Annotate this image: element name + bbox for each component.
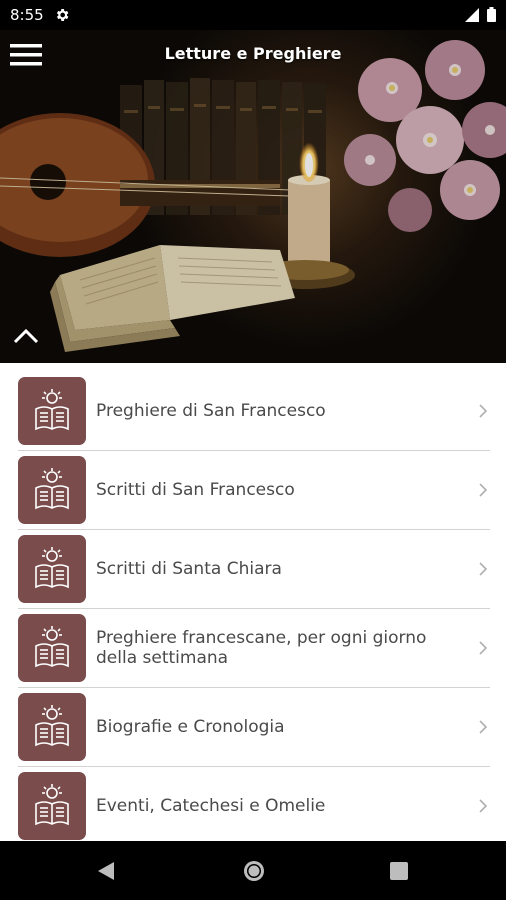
list-item-preghiere-francescane[interactable]: Preghiere francescane, per ogni giorno d… [18, 609, 490, 688]
section-list: Preghiere di San Francesco Scritti di Sa… [0, 372, 506, 845]
open-book-icon [18, 614, 86, 682]
chevron-right-icon [479, 799, 488, 813]
list-item-label: Eventi, Catechesi e Omelie [96, 796, 326, 816]
battery-icon [487, 7, 496, 22]
settings-gear-icon [56, 9, 69, 21]
list-item-label: Biografie e Cronologia [96, 717, 285, 737]
chevron-right-icon [479, 720, 488, 734]
collapse-header-button[interactable] [13, 326, 39, 346]
list-item-label: Preghiere francescane, per ogni giorno d… [96, 628, 427, 668]
chevron-right-icon [479, 562, 488, 576]
back-triangle-icon[interactable] [96, 861, 116, 881]
list-item-label: Preghiere di San Francesco [96, 401, 326, 421]
header-banner: Letture e Preghiere [0, 30, 506, 363]
list-item-scritti-san-francesco[interactable]: Scritti di San Francesco [18, 451, 490, 530]
system-navigation-bar [0, 841, 506, 900]
chevron-right-icon [479, 641, 488, 655]
list-item-eventi-catechesi[interactable]: Eventi, Catechesi e Omelie [18, 767, 490, 845]
open-book-icon [18, 377, 86, 445]
chevron-right-icon [479, 404, 488, 418]
list-item-preghiere-san-francesco[interactable]: Preghiere di San Francesco [18, 372, 490, 451]
open-book-icon [18, 693, 86, 761]
status-bar: 8:55 [0, 0, 506, 30]
hamburger-menu-button[interactable] [10, 42, 42, 68]
open-book-icon [18, 535, 86, 603]
status-time: 8:55 [10, 6, 44, 24]
list-item-scritti-santa-chiara[interactable]: Scritti di Santa Chiara [18, 530, 490, 609]
chevron-right-icon [479, 483, 488, 497]
chevron-up-icon [13, 328, 39, 344]
home-circle-icon[interactable] [242, 859, 266, 883]
page-title: Letture e Preghiere [164, 44, 342, 63]
list-item-label: Scritti di Santa Chiara [96, 559, 282, 579]
list-item-biografie-cronologia[interactable]: Biografie e Cronologia [18, 688, 490, 767]
open-book-icon [18, 456, 86, 524]
recents-square-icon[interactable] [390, 862, 408, 880]
list-item-label: Scritti di San Francesco [96, 480, 295, 500]
hamburger-icon [10, 44, 42, 66]
open-book-icon [18, 772, 86, 840]
still-life-photo [0, 30, 506, 363]
signal-icon [465, 7, 479, 22]
